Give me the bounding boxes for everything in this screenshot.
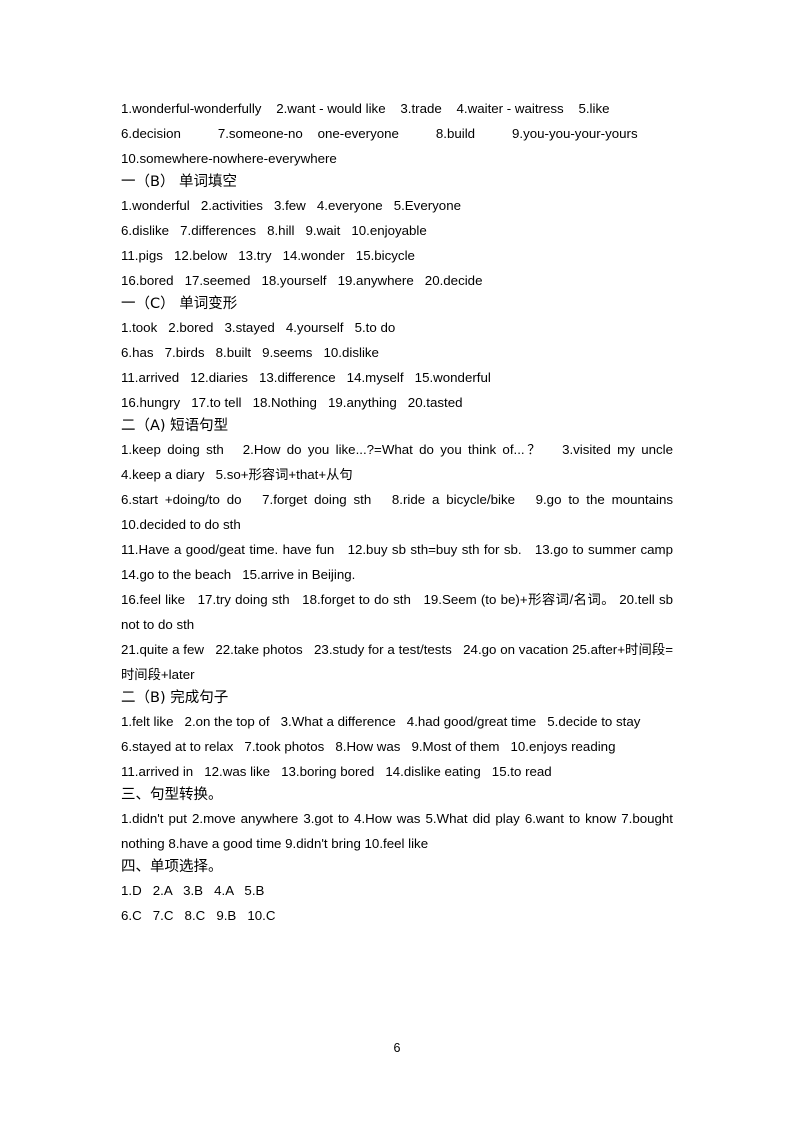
answers-section-1c-line-3: 11.arrived 12.diaries 13.difference 14.m… bbox=[121, 370, 491, 385]
answers-section-4-line-1: 1.D 2.A 3.B 4.A 5.B bbox=[121, 883, 265, 898]
answers-section-1c-line-2: 6.has 7.birds 8.built 9.seems 10.dislike bbox=[121, 345, 379, 360]
page-number: 6 bbox=[393, 1041, 401, 1055]
heading-section-2a: 二（A) 短语句型 bbox=[121, 418, 229, 434]
answers-section-3-line-1: 1.didn't put 2.move anywhere 3.got to 4.… bbox=[121, 811, 677, 851]
answers-section-2a-line-3: 11.Have a good/geat time. have fun 12.bu… bbox=[121, 542, 685, 582]
answers-section-2a-line-2: 6.start +doing/to do 7.forget doing sth … bbox=[121, 492, 685, 532]
heading-section-1b: 一（B） 单词填空 bbox=[121, 174, 238, 190]
answers-section-1c-line-1: 1.took 2.bored 3.stayed 4.yourself 5.to … bbox=[121, 320, 396, 335]
answers-section-2b-line-2: 6.stayed at to relax 7.took photos 8.How… bbox=[121, 739, 616, 754]
answers-section-1a-line-3: 10.somewhere-nowhere-everywhere bbox=[121, 151, 337, 166]
heading-section-3: 三、句型转换。 bbox=[121, 787, 223, 803]
answers-section-1b-line-1: 1.wonderful 2.activities 3.few 4.everyon… bbox=[121, 198, 461, 213]
answers-section-1b-line-2: 6.dislike 7.differences 8.hill 9.wait 10… bbox=[121, 223, 427, 238]
heading-section-2b: 二（B) 完成句子 bbox=[121, 690, 229, 706]
answers-section-1a-line-1: 1.wonderful-wonderfully 2.want - would l… bbox=[121, 101, 610, 116]
answers-section-1a-line-2: 6.decision 7.someone-no one-everyone 8.b… bbox=[121, 126, 638, 141]
answers-section-2a-line-4: 16.feel like 17.try doing sth 18.forget … bbox=[121, 592, 677, 632]
heading-section-4: 四、单项选择。 bbox=[121, 859, 223, 875]
answers-section-2a-line-1: 1.keep doing sth 2.How do you like...?=W… bbox=[121, 442, 685, 482]
heading-section-1c: 一（C） 单词变形 bbox=[121, 296, 238, 312]
answers-section-2b-line-3: 11.arrived in 12.was like 13.boring bore… bbox=[121, 764, 552, 779]
document-body: 1.wonderful-wonderfully 2.want - would l… bbox=[121, 96, 673, 928]
answers-section-1b-line-4: 16.bored 17.seemed 18.yourself 19.anywhe… bbox=[121, 273, 483, 288]
document-page: 1.wonderful-wonderfully 2.want - would l… bbox=[0, 0, 794, 1123]
answers-section-2a-line-5: 21.quite a few 22.take photos 23.study f… bbox=[121, 642, 673, 682]
answers-section-4-line-2: 6.C 7.C 8.C 9.B 10.C bbox=[121, 908, 276, 923]
answers-section-1c-line-4: 16.hungry 17.to tell 18.Nothing 19.anyth… bbox=[121, 395, 463, 410]
answers-section-2b-line-1: 1.felt like 2.on the top of 3.What a dif… bbox=[121, 714, 641, 729]
answers-section-1b-line-3: 11.pigs 12.below 13.try 14.wonder 15.bic… bbox=[121, 248, 415, 263]
